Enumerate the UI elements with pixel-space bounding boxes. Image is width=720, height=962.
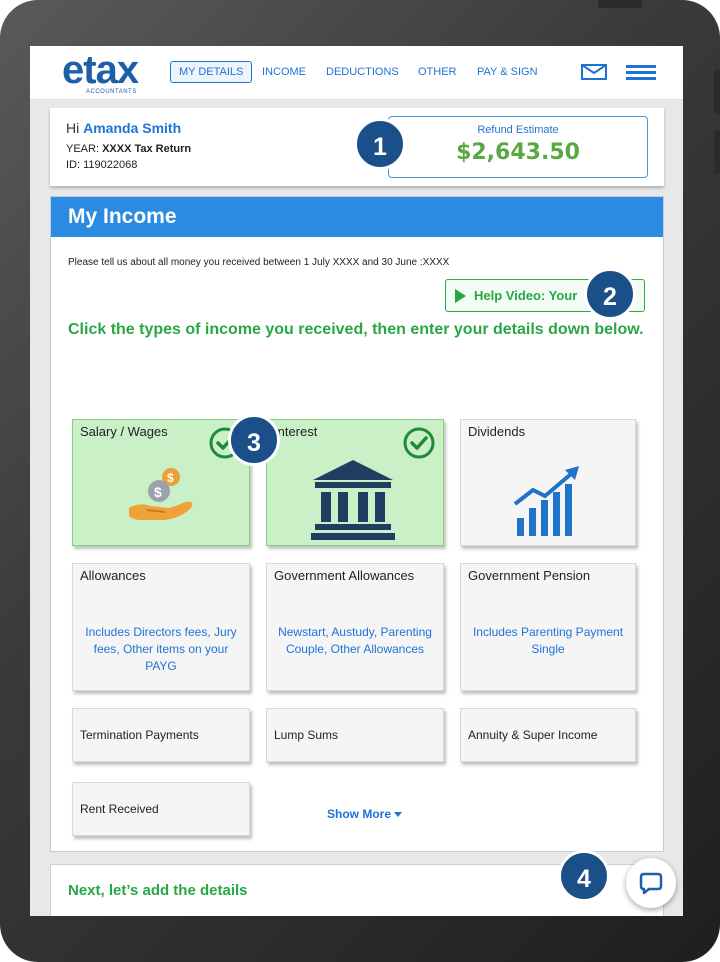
income-tile-government-allowances[interactable]: Government Allowances Newstart, Austudy,… bbox=[266, 563, 444, 691]
chat-icon bbox=[639, 872, 663, 895]
tile-title: Rent Received bbox=[80, 802, 159, 816]
tile-description: Includes Directors fees, Jury fees, Othe… bbox=[85, 625, 237, 673]
tile-title: Lump Sums bbox=[274, 728, 339, 742]
caret-down-icon bbox=[394, 812, 403, 818]
income-tile-dividends[interactable]: Dividends bbox=[460, 419, 636, 546]
income-tile-termination-payments[interactable]: Termination Payments bbox=[72, 708, 250, 762]
year-value: XXXX Tax Return bbox=[102, 143, 192, 155]
tablet-volume-down-button bbox=[714, 130, 720, 174]
greeting-text: Hi bbox=[66, 120, 80, 136]
callout-3: 3 bbox=[228, 414, 280, 466]
greeting: Hi Amanda Smith bbox=[66, 120, 181, 136]
nav-income[interactable]: INCOME bbox=[262, 66, 306, 78]
income-tile-lump-sums[interactable]: Lump Sums bbox=[266, 708, 444, 762]
tile-description: Includes Parenting Payment Single bbox=[472, 625, 624, 656]
callout-1: 1 bbox=[354, 118, 406, 170]
logo-subtext: ACCOUNTANTS bbox=[86, 89, 137, 95]
play-icon bbox=[455, 289, 466, 303]
top-navbar: etax ACCOUNTANTS MY DETAILS INCOME DEDUC… bbox=[30, 46, 683, 100]
income-panel: My Income Please tell us about all money… bbox=[50, 196, 664, 852]
tablet-volume-up-button bbox=[714, 70, 720, 114]
nav-other[interactable]: OTHER bbox=[418, 66, 457, 78]
tile-title: Termination Payments bbox=[80, 728, 199, 742]
refund-value: $2,643.50 bbox=[456, 140, 580, 165]
income-tile-salary-wages[interactable]: Salary / Wages $ $ bbox=[72, 419, 250, 546]
svg-text:$: $ bbox=[167, 471, 174, 485]
income-tile-allowances[interactable]: Allowances Includes Directors fees, Jury… bbox=[72, 563, 250, 691]
tile-title: Salary / Wages bbox=[80, 424, 168, 439]
tile-title: Dividends bbox=[468, 424, 526, 439]
nav-deductions[interactable]: DEDUCTIONS bbox=[326, 66, 399, 78]
nav-pay-sign[interactable]: PAY & SIGN bbox=[477, 66, 538, 78]
tile-title: Annuity & Super Income bbox=[468, 728, 598, 742]
income-tile-interest[interactable]: Interest bbox=[266, 419, 444, 546]
app-screen: etax ACCOUNTANTS MY DETAILS INCOME DEDUC… bbox=[30, 46, 683, 916]
tile-title: Government Pension bbox=[468, 568, 591, 583]
tile-title: Allowances bbox=[80, 568, 146, 583]
etax-logo[interactable]: etax ACCOUNTANTS bbox=[62, 50, 152, 96]
svg-text:$: $ bbox=[154, 484, 162, 500]
show-more-link[interactable]: Show More bbox=[327, 807, 403, 821]
tax-year: YEAR: XXXX Tax Return bbox=[66, 143, 191, 155]
refund-label: Refund Estimate bbox=[477, 124, 559, 136]
refund-estimate-box: Refund Estimate $2,643.50 bbox=[388, 116, 648, 178]
income-instruction: Click the types of income you received, … bbox=[68, 321, 644, 338]
income-intro: Please tell us about all money you recei… bbox=[68, 257, 450, 268]
income-tile-rent-received[interactable]: Rent Received bbox=[72, 782, 250, 836]
money-hand-icon: $ $ bbox=[129, 468, 193, 520]
year-label: YEAR: bbox=[66, 143, 100, 155]
show-more-label: Show More bbox=[327, 807, 392, 821]
income-title: My Income bbox=[68, 205, 177, 228]
income-tile-annuity-super[interactable]: Annuity & Super Income bbox=[460, 708, 636, 762]
mail-icon[interactable] bbox=[581, 64, 607, 80]
income-tile-government-pension[interactable]: Government Pension Includes Parenting Pa… bbox=[460, 563, 636, 691]
tablet-power-button bbox=[598, 0, 642, 8]
user-name[interactable]: Amanda Smith bbox=[83, 120, 181, 136]
tile-title: Interest bbox=[274, 424, 318, 439]
growth-chart-icon bbox=[513, 466, 579, 536]
nav-my-details[interactable]: MY DETAILS bbox=[170, 61, 253, 83]
logo-text: etax bbox=[62, 48, 139, 92]
tile-description: Newstart, Austudy, Parenting Couple, Oth… bbox=[278, 625, 432, 656]
menu-icon[interactable] bbox=[626, 64, 656, 80]
help-video-label: Help Video: Your bbox=[474, 288, 578, 303]
bank-icon bbox=[311, 460, 395, 540]
next-title: Next, let’s add the details bbox=[68, 882, 248, 899]
callout-4: 4 bbox=[558, 850, 610, 902]
check-circle-icon bbox=[403, 427, 435, 459]
callout-2: 2 bbox=[584, 268, 636, 320]
income-header: My Income bbox=[51, 197, 663, 237]
tile-title: Government Allowances bbox=[274, 568, 415, 583]
chat-button[interactable] bbox=[626, 858, 676, 908]
user-id: ID: 119022068 bbox=[66, 159, 138, 171]
